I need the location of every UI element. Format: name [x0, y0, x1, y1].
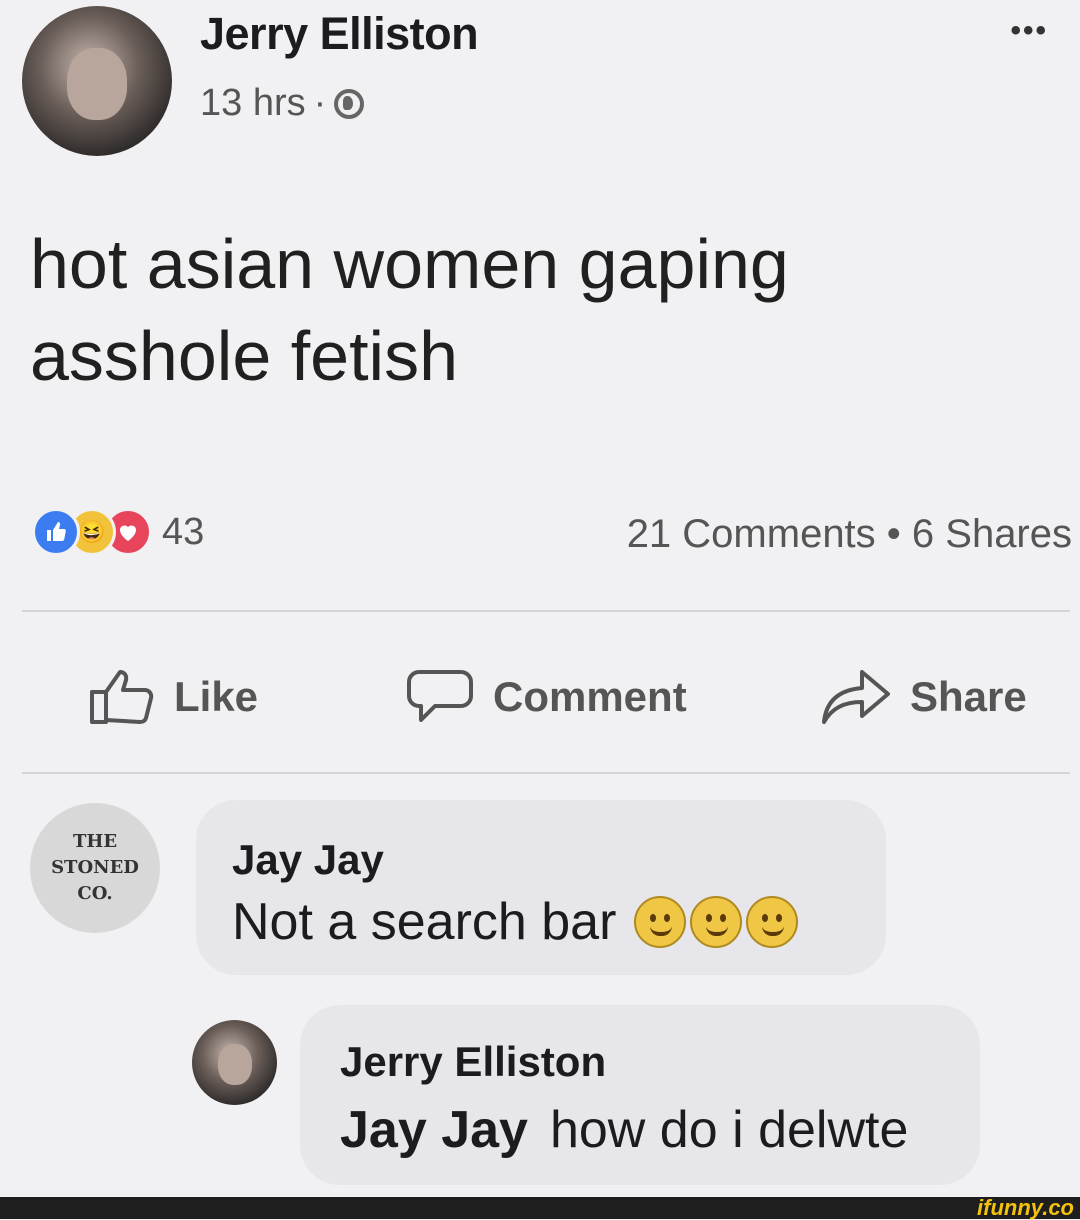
globe-icon [334, 88, 365, 119]
divider [22, 772, 1070, 774]
smile-emoji-icon [746, 896, 799, 948]
ifunny-watermark: ifunny.co [977, 1195, 1074, 1220]
comment-text: Not a search bar [232, 892, 799, 952]
author-name[interactable]: Jerry Elliston [200, 8, 479, 60]
comment-label: Comment [493, 673, 687, 720]
thumbs-up-icon [90, 670, 154, 724]
post-time[interactable]: 13 hrs [200, 82, 306, 125]
reply-author-avatar[interactable] [192, 1020, 277, 1105]
reactions-summary[interactable]: 😆 43 [32, 508, 204, 556]
post-meta: 13 hrs · [200, 82, 365, 125]
reply-text: Jay Jay how do i delwte [340, 1100, 908, 1160]
comment-body: Not a search bar [232, 893, 617, 951]
comment-button[interactable]: Comment [405, 668, 687, 726]
avatar-logo-text: CO. [77, 883, 113, 904]
meta-separator: · [313, 82, 327, 124]
divider [22, 610, 1070, 612]
like-button[interactable]: Like [88, 668, 258, 726]
reply-author[interactable]: Jerry Elliston [340, 1038, 606, 1086]
comments-shares-count[interactable]: 21 Comments • 6 Shares [627, 512, 1072, 557]
avatar-face [217, 1043, 252, 1085]
smile-emoji-icon [690, 896, 743, 948]
watermark-bar [0, 1197, 1080, 1219]
comment-author[interactable]: Jay Jay [232, 836, 384, 884]
post-text: hot asian women gaping asshole fetish [30, 225, 789, 395]
reply-mention[interactable]: Jay Jay [340, 1100, 528, 1160]
commenter-avatar[interactable]: THE STONED CO. [30, 803, 160, 933]
like-label: Like [174, 673, 259, 720]
avatar-face [67, 48, 127, 120]
share-label: Share [910, 673, 1027, 720]
avatar-logo-text: THE [72, 831, 118, 852]
reaction-count: 43 [162, 510, 205, 553]
smile-emoji-icon [634, 896, 687, 948]
share-arrow-icon [822, 670, 890, 724]
reply-body: how do i delwte [549, 1101, 909, 1159]
share-button[interactable]: Share [820, 668, 1027, 726]
like-reaction-icon [32, 508, 80, 556]
comment-icon [407, 670, 473, 722]
author-avatar[interactable] [22, 6, 172, 156]
more-options-icon[interactable]: ••• [1010, 14, 1048, 48]
avatar-logo-text: STONED [51, 857, 139, 878]
